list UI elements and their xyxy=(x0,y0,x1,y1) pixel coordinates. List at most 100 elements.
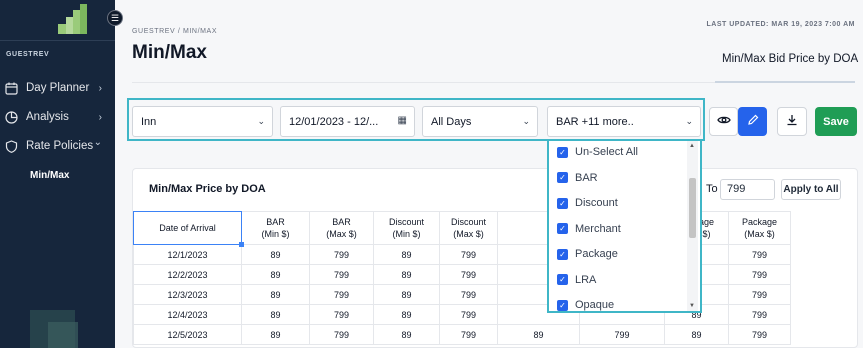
sidebar-divider xyxy=(0,40,115,41)
checkbox-checked-icon[interactable]: ✓ xyxy=(557,274,568,285)
price-cell[interactable]: 799 xyxy=(309,304,374,325)
price-cell[interactable]: 799 xyxy=(309,284,374,305)
dropdown-option[interactable]: ✓ Discount xyxy=(557,194,618,212)
scroll-up-icon[interactable]: ▲ xyxy=(689,143,695,149)
dropdown-option[interactable]: ✓ Un-Select All xyxy=(557,143,638,161)
price-cell[interactable]: 89 xyxy=(241,304,310,325)
price-cell[interactable]: 799 xyxy=(728,284,791,305)
dropdown-option-label: LRA xyxy=(575,273,597,286)
filter-highlight-box xyxy=(127,98,705,141)
apply-to-all-button[interactable]: Apply to All xyxy=(781,179,841,200)
dropdown-option[interactable]: ✓ Opaque xyxy=(557,296,614,314)
edit-button[interactable] xyxy=(738,107,767,136)
download-button[interactable] xyxy=(777,107,807,136)
sidebar-item-analysis[interactable]: Analysis › xyxy=(4,107,112,127)
price-cell[interactable]: 799 xyxy=(309,324,374,345)
dropdown-option-label: Package xyxy=(575,248,618,260)
calendar-icon xyxy=(4,81,18,95)
card-title: Min/Max Price by DOA xyxy=(149,183,266,195)
page-title: Min/Max xyxy=(132,42,207,63)
dropdown-option[interactable]: ✓ Package xyxy=(557,245,618,263)
column-header[interactable]: Discount (Min $) xyxy=(373,211,440,245)
column-header[interactable]: BAR (Max $) xyxy=(309,211,374,245)
price-cell[interactable]: 89 xyxy=(241,284,310,305)
column-header[interactable]: BAR (Min $) xyxy=(241,211,310,245)
checkbox-checked-icon[interactable]: ✓ xyxy=(557,197,568,209)
checkbox-checked-icon[interactable]: ✓ xyxy=(557,223,568,234)
price-cell[interactable]: 89 xyxy=(373,284,440,305)
checkbox-checked-icon[interactable]: ✓ xyxy=(557,172,568,183)
download-icon xyxy=(786,114,798,129)
sidebar-item-label: Day Planner xyxy=(26,82,90,94)
logo xyxy=(58,4,88,34)
to-label: To xyxy=(706,183,718,195)
dropdown-option[interactable]: ✓ BAR xyxy=(557,169,598,187)
view-button[interactable] xyxy=(709,107,738,136)
price-cell[interactable]: 799 xyxy=(728,264,791,285)
scroll-down-icon[interactable]: ▼ xyxy=(689,303,695,309)
price-cell[interactable]: 799 xyxy=(728,244,791,265)
sidebar-item-label: Rate Policies xyxy=(26,140,94,152)
price-cell[interactable]: 799 xyxy=(439,304,498,325)
price-cell[interactable]: 799 xyxy=(728,324,791,345)
price-cell[interactable]: 799 xyxy=(309,264,374,285)
price-cell[interactable]: 799 xyxy=(439,264,498,285)
column-header[interactable]: Package (Max $) xyxy=(728,211,791,245)
checkbox-checked-icon[interactable]: ✓ xyxy=(557,299,568,311)
date-cell: 12/1/2023 xyxy=(133,244,242,265)
breadcrumb[interactable]: GUESTREV / MIN/MAX xyxy=(132,28,217,35)
sidebar-toggle-icon[interactable]: ☰ xyxy=(107,10,123,26)
chevron-right-icon: › xyxy=(98,82,102,94)
tab-min-max-bid-price[interactable]: Min/Max Bid Price by DOA xyxy=(722,53,858,65)
sidebar-subitem-min-max[interactable]: Min/Max xyxy=(30,170,69,181)
sidebar-item-label: Analysis xyxy=(26,111,69,123)
sidebar-item-rate-policies[interactable]: Rate Policies ⌄ xyxy=(4,136,112,156)
header-divider xyxy=(132,82,715,83)
column-header-date-of-arrival[interactable]: Date of Arrival xyxy=(133,211,245,248)
price-cell[interactable]: 799 xyxy=(439,244,498,265)
to-value-input[interactable]: 799 xyxy=(720,179,775,200)
pencil-icon xyxy=(747,114,759,129)
tab-underline xyxy=(715,81,855,83)
chevron-down-icon: ⌄ xyxy=(93,137,102,148)
dropdown-option[interactable]: ✓ Merchant xyxy=(557,220,621,238)
price-cell[interactable]: 799 xyxy=(309,244,374,265)
dropdown-scrollbar[interactable]: ▲ ▼ xyxy=(687,141,698,311)
price-cell[interactable]: 89 xyxy=(241,324,310,345)
rate-codes-dropdown: ✓ Un-Select All ✓ BAR ✓ Discount ✓ Merchant ✓ Pac… xyxy=(547,139,702,313)
date-cell: 12/3/2023 xyxy=(133,284,242,305)
price-cell[interactable]: 89 xyxy=(241,264,310,285)
checkbox-checked-icon[interactable]: ✓ xyxy=(557,248,568,260)
last-updated-text: LAST UPDATED: MAR 19, 2023 7:00 AM xyxy=(706,21,855,28)
price-cell[interactable]: 799 xyxy=(439,284,498,305)
price-cell[interactable]: 89 xyxy=(373,264,440,285)
price-cell[interactable]: 89 xyxy=(241,244,310,265)
date-cell: 12/5/2023 xyxy=(133,324,242,345)
price-cell[interactable]: 89 xyxy=(373,324,440,345)
dropdown-option-label: Merchant xyxy=(575,222,621,235)
sidebar: GUESTREV Day Planner › Analysis › Rate P… xyxy=(0,0,115,348)
price-cell[interactable]: 89 xyxy=(373,304,440,325)
min-max-card: Min/Max Price by DOA To 799 Apply to All… xyxy=(132,168,858,348)
price-cell[interactable]: 799 xyxy=(579,324,665,345)
price-cell[interactable]: 89 xyxy=(497,324,580,345)
price-cell[interactable]: 89 xyxy=(664,324,729,345)
scrollbar-thumb[interactable] xyxy=(689,178,696,238)
decorative-shape xyxy=(48,322,78,348)
column-header[interactable]: Discount (Max $) xyxy=(439,211,498,245)
sidebar-item-day-planner[interactable]: Day Planner › xyxy=(4,78,112,98)
checkbox-checked-icon[interactable]: ✓ xyxy=(557,146,568,158)
shield-icon xyxy=(4,139,18,153)
price-cell[interactable]: 799 xyxy=(728,304,791,325)
date-cell: 12/4/2023 xyxy=(133,304,242,325)
table-row: 12/5/2023 89 799 89 799 89 799 89 799 xyxy=(133,324,791,345)
date-cell: 12/2/2023 xyxy=(133,264,242,285)
dropdown-option[interactable]: ✓ LRA xyxy=(557,271,596,289)
pie-chart-icon xyxy=(4,110,18,124)
chevron-right-icon: › xyxy=(98,111,102,123)
save-button[interactable]: Save xyxy=(815,107,857,136)
sidebar-org-name: GUESTREV xyxy=(6,51,50,58)
price-cell[interactable]: 89 xyxy=(373,244,440,265)
price-cell[interactable]: 799 xyxy=(439,324,498,345)
dropdown-option-label: Discount xyxy=(575,197,618,209)
